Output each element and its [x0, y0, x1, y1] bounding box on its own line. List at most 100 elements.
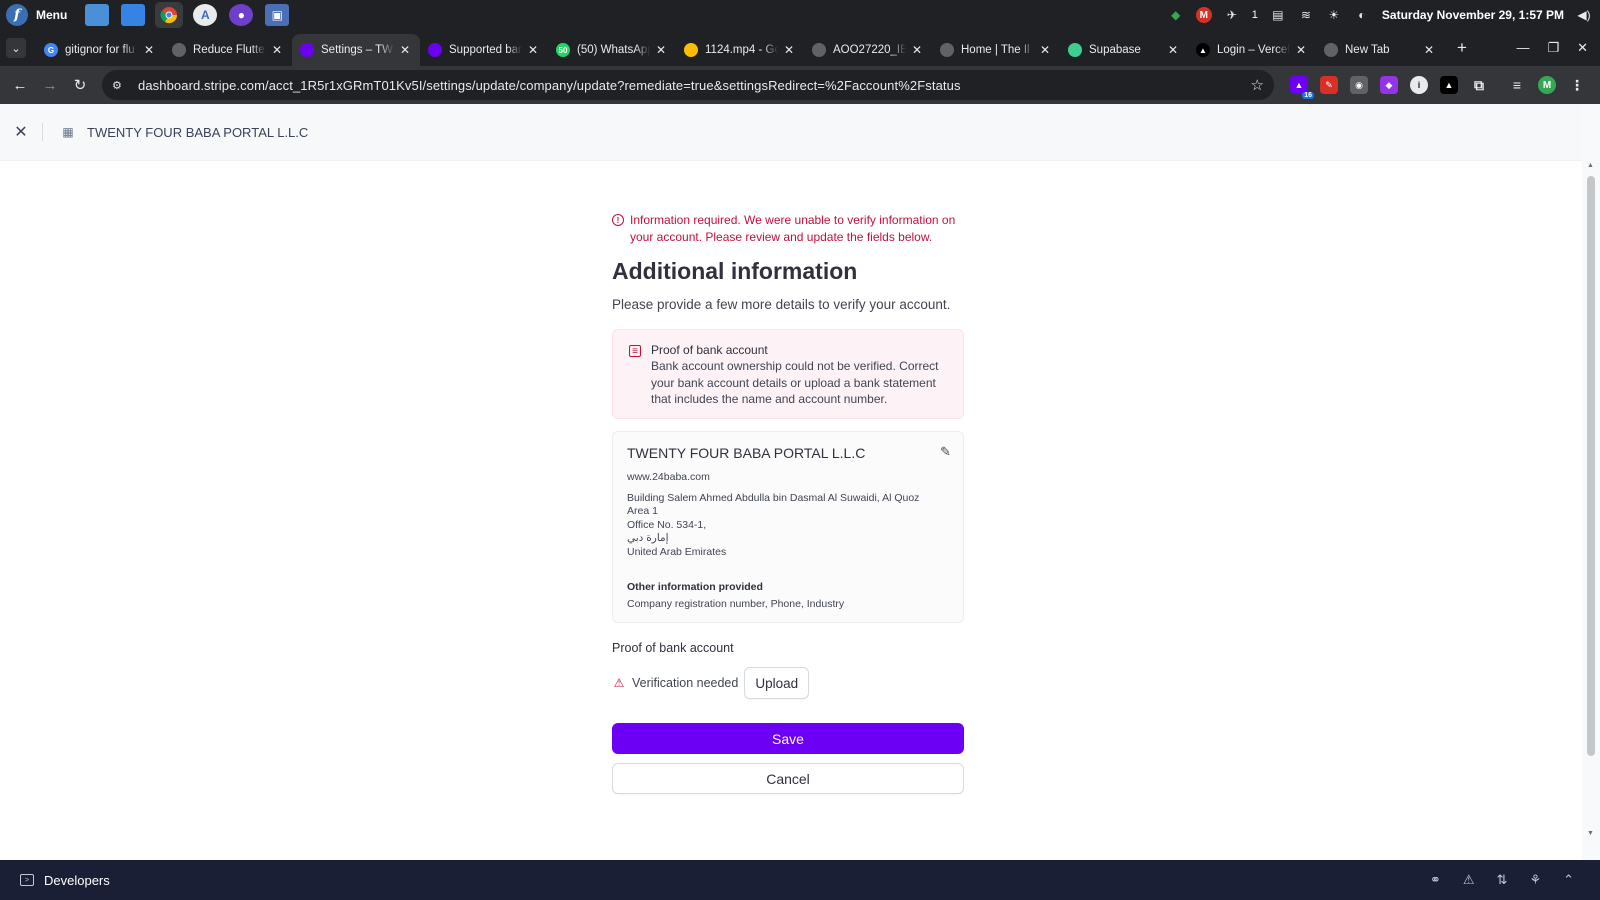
- tab-close-icon[interactable]: ✕: [654, 43, 668, 57]
- shield-tray-icon[interactable]: ◆: [1168, 7, 1184, 23]
- building-icon: ▦: [62, 125, 74, 139]
- notification-count: 1: [1251, 9, 1258, 21]
- url-text[interactable]: dashboard.stripe.com/acct_1R5r1xGRmT01Kv…: [138, 78, 1251, 93]
- webhooks-icon[interactable]: ⚘: [1529, 872, 1541, 888]
- tab-close-icon[interactable]: ✕: [1166, 43, 1180, 57]
- extension-info-icon[interactable]: i: [1410, 76, 1428, 94]
- browser-tab[interactable]: Supported ban ✕: [420, 35, 548, 65]
- volume-icon[interactable]: ◀): [1576, 7, 1592, 23]
- tab-close-icon[interactable]: ✕: [1422, 43, 1436, 57]
- screenshot-launcher-icon[interactable]: ▣: [265, 4, 290, 26]
- github-launcher-icon[interactable]: ●: [229, 4, 254, 26]
- browser-tab[interactable]: Supabase ✕: [1060, 35, 1188, 65]
- browser-tab[interactable]: Ggitignor for flu ✕: [36, 35, 164, 65]
- tab-search-chevron-icon[interactable]: ⌄: [6, 38, 26, 58]
- brightness-icon[interactable]: ☀: [1326, 7, 1342, 23]
- tab-close-icon[interactable]: ✕: [526, 43, 540, 57]
- proof-of-bank-label: Proof of bank account: [612, 641, 734, 655]
- software-launcher-icon[interactable]: A: [193, 4, 218, 26]
- developers-footer: > Developers ⚭ ⚠ ⇅ ⚘ ⌃: [0, 860, 1600, 900]
- scroll-down-icon[interactable]: ▼: [1587, 830, 1594, 837]
- browser-menu-icon[interactable]: ⋮: [1568, 76, 1586, 94]
- browser-tab[interactable]: Reduce Flutter ✕: [164, 35, 292, 65]
- scroll-up-icon[interactable]: ▲: [1587, 162, 1594, 169]
- reading-list-icon[interactable]: ≡: [1508, 76, 1526, 94]
- address-bar[interactable]: ⚙ dashboard.stripe.com/acct_1R5r1xGRmT01…: [102, 70, 1274, 100]
- close-icon[interactable]: ✕: [0, 122, 42, 142]
- minimize-icon[interactable]: —: [1516, 40, 1529, 56]
- upload-button[interactable]: Upload: [744, 667, 810, 699]
- os-menu-label[interactable]: Menu: [36, 8, 67, 22]
- site-settings-icon[interactable]: ⚙: [112, 79, 130, 92]
- save-button[interactable]: Save: [612, 723, 964, 754]
- clipboard-tray-icon[interactable]: ▤: [1270, 7, 1286, 23]
- company-website: www.24baba.com: [627, 470, 710, 483]
- extension-gem-icon[interactable]: ◆: [1380, 76, 1398, 94]
- extension-red-icon[interactable]: ✎: [1320, 76, 1338, 94]
- tab-title: gitignor for flu: [65, 44, 135, 56]
- browser-tab[interactable]: Settings – TWE ✕: [292, 34, 420, 66]
- tab-close-icon[interactable]: ✕: [398, 43, 412, 57]
- chrome-launcher-icon[interactable]: [155, 2, 184, 28]
- browser-tab[interactable]: 1124.mp4 - Go ✕: [676, 35, 804, 65]
- terminal-icon[interactable]: >: [20, 874, 34, 886]
- warning-icon: ⚠: [613, 676, 625, 690]
- back-icon[interactable]: ←: [6, 71, 34, 99]
- forward-icon[interactable]: →: [36, 71, 64, 99]
- window-close-icon[interactable]: ✕: [1577, 40, 1588, 56]
- extension-camera-icon[interactable]: ◉: [1350, 76, 1368, 94]
- tab-close-icon[interactable]: ✕: [142, 43, 156, 57]
- developers-label[interactable]: Developers: [44, 873, 110, 888]
- notification-tray-icon[interactable]: ✈: [1224, 7, 1240, 23]
- other-info-label: Other information provided: [627, 581, 763, 593]
- binoculars-icon[interactable]: ⚭: [1430, 872, 1441, 888]
- folder-launcher-icon[interactable]: [121, 4, 146, 26]
- tab-close-icon[interactable]: ✕: [1294, 43, 1308, 57]
- address-line-2: Office No. 534-1,: [627, 518, 707, 531]
- bookmark-star-icon[interactable]: ☆: [1251, 76, 1264, 94]
- alert-text: Information required. We were unable to …: [630, 213, 956, 244]
- extension-stripe-icon[interactable]: ▲ 16: [1290, 76, 1314, 99]
- extension-vercel-icon[interactable]: ▲: [1440, 76, 1458, 94]
- mail-tray-icon[interactable]: M: [1195, 7, 1212, 23]
- files-launcher-icon[interactable]: [85, 4, 110, 26]
- tab-title: Settings – TWE: [321, 44, 394, 56]
- bank-icon: ≡: [629, 345, 641, 357]
- browser-tab[interactable]: 50 (50) WhatsApp ✕: [548, 35, 676, 65]
- scroll-thumb[interactable]: [1587, 176, 1595, 756]
- page-header: ✕ ▦ TWENTY FOUR BABA PORTAL L.L.C: [0, 104, 1582, 161]
- warning-footer-icon[interactable]: ⚠: [1463, 872, 1475, 888]
- os-top-panel: f Menu A ● ▣ ◆ M ✈ 1 ▤ ≋ ☀ ◐ Saturday No…: [0, 0, 1600, 30]
- clock[interactable]: Saturday November 29, 1:57 PM: [1382, 8, 1564, 22]
- wifi-icon[interactable]: ≋: [1298, 7, 1314, 23]
- extensions-puzzle-icon[interactable]: ⧉: [1470, 76, 1488, 94]
- edit-icon[interactable]: ✎: [940, 444, 951, 460]
- info-required-alert: ! Information required. We were unable t…: [612, 212, 964, 246]
- browser-tab[interactable]: ▲ Login – Vercel ✕: [1188, 35, 1316, 65]
- fedora-logo-icon[interactable]: f: [6, 4, 28, 26]
- tab-title: Supabase: [1089, 44, 1141, 56]
- tab-close-icon[interactable]: ✕: [910, 43, 924, 57]
- tab-close-icon[interactable]: ✕: [1038, 43, 1052, 57]
- maximize-icon[interactable]: ❐: [1547, 40, 1559, 56]
- browser-tab[interactable]: New Tab ✕: [1316, 35, 1444, 65]
- expand-up-icon[interactable]: ⌃: [1563, 872, 1574, 888]
- tab-title: New Tab: [1345, 44, 1390, 56]
- verification-row: ⚠ Verification needed Upload: [612, 667, 964, 699]
- address-line-4: United Arab Emirates: [627, 545, 727, 558]
- tab-close-icon[interactable]: ✕: [270, 43, 284, 57]
- tab-close-icon[interactable]: ✕: [782, 43, 796, 57]
- browser-tab[interactable]: AOO27220_IB ✕: [804, 35, 932, 65]
- page-scrollbar[interactable]: ▲ ▼: [1582, 104, 1600, 860]
- cancel-button[interactable]: Cancel: [612, 763, 964, 794]
- browser-tab-strip: ⌄ Ggitignor for flu ✕ Reduce Flutter ✕ Setti…: [0, 30, 1600, 66]
- new-tab-button[interactable]: +: [1450, 36, 1474, 60]
- user-tray-icon[interactable]: ◐: [1354, 7, 1370, 23]
- company-card-name: TWENTY FOUR BABA PORTAL L.L.C: [627, 444, 866, 461]
- sort-arrows-icon[interactable]: ⇅: [1497, 872, 1508, 888]
- browser-tab[interactable]: Home | The Il ✕: [932, 35, 1060, 65]
- company-address: Building Salem Ahmed Abdulla bin Dasmal …: [627, 492, 949, 560]
- profile-avatar[interactable]: M: [1538, 76, 1556, 94]
- reload-icon[interactable]: ↻: [66, 71, 94, 99]
- company-card: TWENTY FOUR BABA PORTAL L.L.C ✎ www.24ba…: [612, 430, 964, 623]
